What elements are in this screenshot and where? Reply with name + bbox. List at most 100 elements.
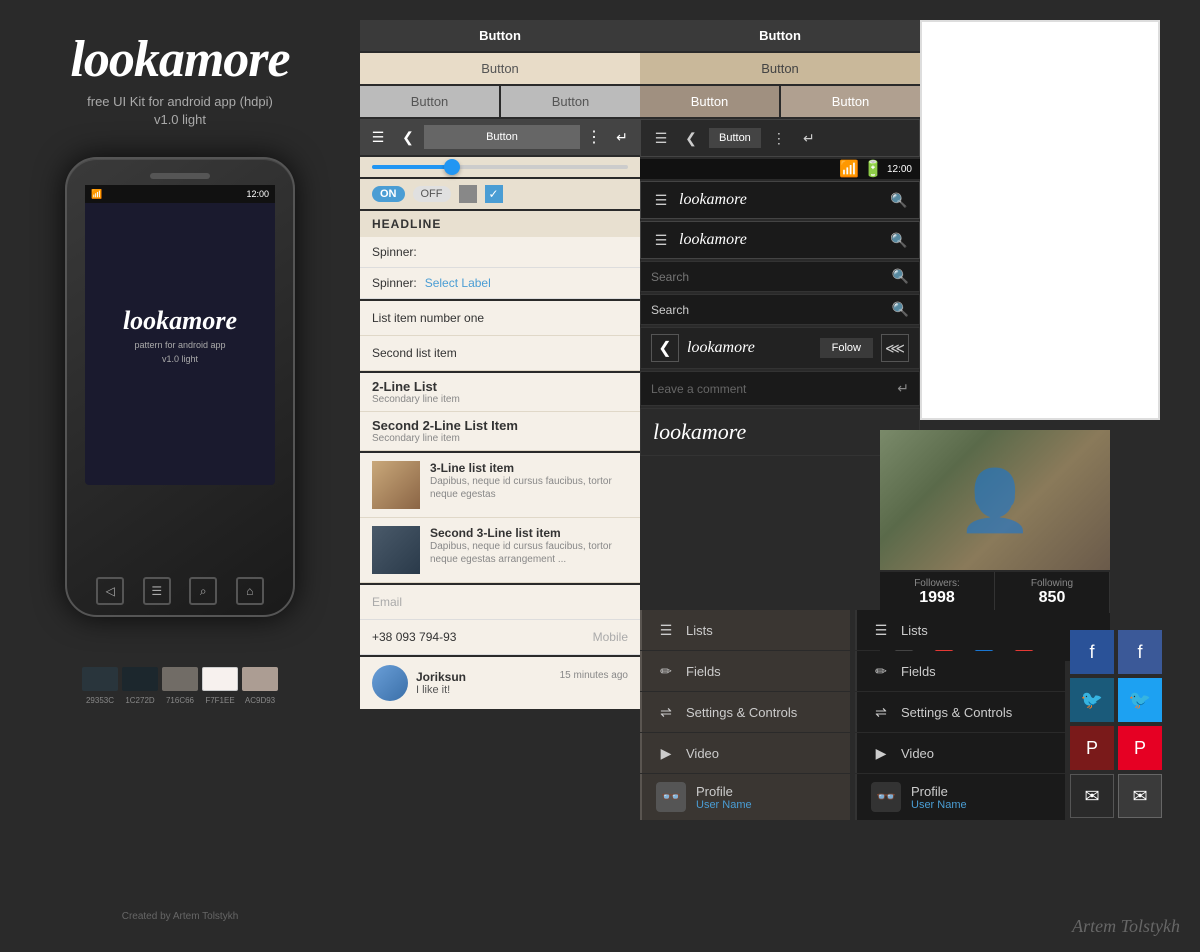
dark-follow-back-btn[interactable]: ❮: [651, 334, 679, 362]
dark-battery-icon: 🔋: [863, 159, 883, 179]
followers-label: Followers:: [888, 578, 986, 589]
twitter-dark-button[interactable]: 🐦: [1070, 678, 1114, 722]
spinner-row-2[interactable]: Spinner: Select Label: [360, 268, 640, 299]
fields-icon-dark: ✏: [871, 661, 891, 681]
nav-lists-dark[interactable]: ☰ Lists: [855, 610, 1065, 650]
nav-profile-light[interactable]: 👓 Profile User Name: [640, 774, 850, 820]
settings-icon-dark: ⇌: [871, 702, 891, 722]
dark-search-input-2[interactable]: [651, 303, 892, 317]
lists-icon-dark: ☰: [871, 620, 891, 640]
dark-button-row-2: Button: [640, 53, 920, 84]
nav-home-btn[interactable]: ☰: [143, 577, 171, 605]
list-item-1[interactable]: List item number one: [360, 301, 640, 336]
email-field[interactable]: Email: [360, 585, 640, 620]
swatch-2: [122, 667, 158, 691]
brand-version: v1.0 light: [154, 112, 206, 127]
profile-name-dark: Profile: [911, 784, 967, 799]
video-label-light: Video: [686, 746, 719, 761]
nav-video-dark[interactable]: ▶ Video: [855, 733, 1065, 773]
overflow-icon[interactable]: ⋮: [582, 127, 606, 147]
dark-status-bar: 📶 🔋 12:00: [640, 159, 920, 179]
3line-item-1[interactable]: 3-Line list item Dapibus, neque id cursu…: [360, 453, 640, 518]
gray-right-button[interactable]: Button: [501, 86, 640, 117]
2line-item-1[interactable]: 2-Line List Secondary line item: [360, 373, 640, 412]
email-light-button[interactable]: ✉: [1118, 774, 1162, 818]
checkbox-unchecked[interactable]: [459, 185, 477, 203]
2line-item-2[interactable]: Second 2-Line List Item Secondary line i…: [360, 412, 640, 451]
profile-text-dark: Profile User Name: [911, 784, 967, 811]
lists-label-light: Lists: [686, 623, 713, 638]
dark-search-icon-2[interactable]: 🔍: [887, 228, 911, 252]
facebook-dark-button[interactable]: f: [1070, 630, 1114, 674]
slider-thumb[interactable]: [444, 159, 460, 175]
hamburger-icon[interactable]: ☰: [364, 123, 392, 151]
dark-full-button-2[interactable]: Button: [640, 20, 920, 51]
nav-lists-light[interactable]: ☰ Lists: [640, 610, 850, 650]
beige-full-button[interactable]: Button: [360, 53, 640, 84]
twitter-light-button[interactable]: 🐦: [1118, 678, 1162, 722]
dark-search-icon-1[interactable]: 🔍: [887, 188, 911, 212]
search-magnify-icon-2[interactable]: 🔍: [892, 301, 909, 318]
nav-profile-dark[interactable]: 👓 Profile User Name: [855, 774, 1065, 820]
signal-icon: 📶: [91, 189, 102, 200]
dark-logo-large: lookamore: [653, 419, 907, 445]
nav-search-btn[interactable]: ⌕: [189, 577, 217, 605]
button-row-3: Button Button: [360, 86, 640, 117]
nav-fields-light[interactable]: ✏ Fields: [640, 651, 850, 691]
profile-text-light: Profile User Name: [696, 784, 752, 811]
nav-settings-dark[interactable]: ⇌ Settings & Controls: [855, 692, 1065, 732]
phone-status-bar: 📶 12:00: [85, 185, 275, 203]
phone-field[interactable]: +38 093 794-93 Mobile: [360, 620, 640, 655]
dark-full-button[interactable]: Button: [360, 20, 640, 51]
gray-left-button[interactable]: Button: [360, 86, 499, 117]
email-dark-button[interactable]: ✉: [1070, 774, 1114, 818]
dark-back-icon[interactable]: ❮: [679, 126, 703, 150]
swatch-5: [242, 667, 278, 691]
facebook-light-button[interactable]: f: [1118, 630, 1162, 674]
enter-icon[interactable]: ↵: [608, 123, 636, 151]
ab-center-button[interactable]: Button: [424, 125, 580, 149]
dark-time: 12:00: [887, 164, 912, 175]
search-magnify-icon-1[interactable]: 🔍: [892, 268, 909, 285]
dark-logo-hamburger[interactable]: ☰: [649, 188, 673, 212]
profile-stats: Followers: 1998 Following 850: [880, 572, 1110, 613]
swatch-1: [82, 667, 118, 691]
video-label-dark: Video: [901, 746, 934, 761]
pinterest-light-button[interactable]: P: [1118, 726, 1162, 770]
dark-search-input-1[interactable]: [651, 270, 892, 284]
dark-action-bar-1: ☰ ❮ Button ⋮ ↵: [640, 119, 920, 157]
share-icon[interactable]: ⋘: [881, 334, 909, 362]
nav-back-btn[interactable]: ◁: [96, 577, 124, 605]
button-row-2: Button: [360, 53, 640, 84]
toggle-on[interactable]: ON: [372, 186, 405, 202]
dark-beige-button[interactable]: Button: [640, 53, 920, 84]
3line-thumb-2: [372, 526, 420, 574]
phone-nav: ◁ ☰ ⌕ ⌂: [67, 577, 293, 605]
3line-thumb-1: [372, 461, 420, 509]
follow-button[interactable]: Folow: [820, 338, 873, 358]
dark-ab-button[interactable]: Button: [709, 128, 761, 148]
swatch-3: [162, 667, 198, 691]
nav-video-light[interactable]: ▶ Video: [640, 733, 850, 773]
checkbox-checked[interactable]: ✓: [485, 185, 503, 203]
3line-item-2[interactable]: Second 3-Line list item Dapibus, neque i…: [360, 518, 640, 583]
dark-hamburger-icon[interactable]: ☰: [649, 126, 673, 150]
profile-name-light: Profile: [696, 784, 752, 799]
swatch-label-1: 29353C: [82, 696, 118, 705]
simple-list: List item number one Second list item: [360, 301, 640, 371]
toggle-off[interactable]: OFF: [413, 186, 451, 202]
list-item-2[interactable]: Second list item: [360, 336, 640, 371]
slider-track[interactable]: [372, 165, 628, 169]
nav-menu-btn[interactable]: ⌂: [236, 577, 264, 605]
dark-logo-hamburger-2[interactable]: ☰: [649, 228, 673, 252]
dark-half-button-2[interactable]: Button: [781, 86, 920, 117]
dark-half-button-1[interactable]: Button: [640, 86, 779, 117]
nav-settings-light[interactable]: ⇌ Settings & Controls: [640, 692, 850, 732]
nav-fields-dark[interactable]: ✏ Fields: [855, 651, 1065, 691]
phone-speaker: [150, 173, 210, 179]
pinterest-dark-button[interactable]: P: [1070, 726, 1114, 770]
comment-send-icon[interactable]: ↵: [897, 380, 909, 397]
dark-enter-icon[interactable]: ↵: [797, 126, 821, 150]
dark-overflow-icon[interactable]: ⋮: [767, 126, 791, 150]
back-icon[interactable]: ❮: [394, 123, 422, 151]
